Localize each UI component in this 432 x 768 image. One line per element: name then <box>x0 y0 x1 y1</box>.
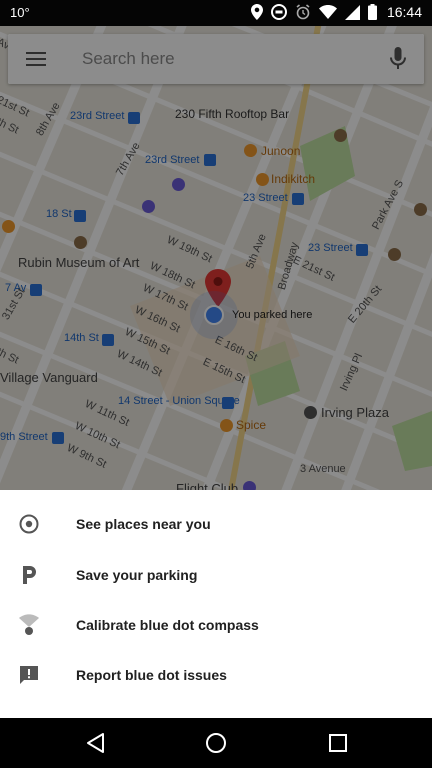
wifi-icon <box>318 5 337 19</box>
microphone-icon[interactable] <box>386 46 410 72</box>
back-triangle-icon[interactable] <box>84 731 108 755</box>
system-nav-bar <box>0 718 432 768</box>
hamburger-line <box>26 52 46 54</box>
recents-square-icon[interactable] <box>326 731 350 755</box>
hamburger-line <box>26 58 46 60</box>
sheet-item-report-issues[interactable]: Report blue dot issues <box>0 650 432 700</box>
sheet-item-label: See places near you <box>76 516 211 532</box>
sheet-item-see-places[interactable]: See places near you <box>0 499 432 549</box>
battery-icon <box>367 4 377 20</box>
feedback-icon <box>17 663 41 687</box>
search-bar[interactable] <box>8 34 424 84</box>
sheet-item-save-parking[interactable]: Save your parking <box>0 550 432 600</box>
dim-overlay[interactable] <box>0 26 432 490</box>
home-circle-icon[interactable] <box>204 731 228 755</box>
menu-button[interactable] <box>22 46 52 72</box>
signal-icon <box>344 4 360 20</box>
parking-icon <box>17 563 41 587</box>
search-input[interactable] <box>82 48 372 70</box>
sheet-item-label: Report blue dot issues <box>76 667 227 683</box>
status-icons: 16:44 <box>250 4 422 20</box>
temperature: 10° <box>10 5 30 20</box>
status-bar: 10° 16:44 <box>0 0 432 26</box>
location-icon <box>250 4 263 20</box>
alarm-icon <box>296 4 310 20</box>
target-icon <box>17 512 41 536</box>
sheet-item-label: Calibrate blue dot compass <box>76 617 259 633</box>
bottom-sheet: See places near you Save your parking Ca… <box>0 490 432 718</box>
data-saver-icon <box>270 4 287 20</box>
sheet-item-calibrate-compass[interactable]: Calibrate blue dot compass <box>0 600 432 650</box>
compass-signal-icon <box>17 613 41 637</box>
clock: 16:44 <box>386 4 422 20</box>
hamburger-line <box>26 64 46 66</box>
sheet-item-label: Save your parking <box>76 567 198 583</box>
